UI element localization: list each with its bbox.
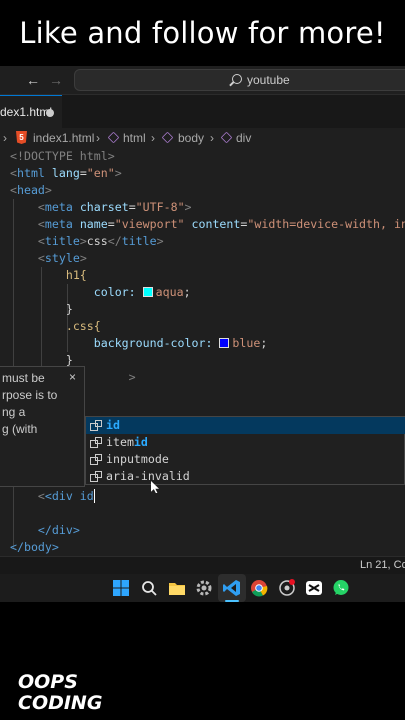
css-property: background-color:	[93, 336, 213, 350]
body-close: </body>	[10, 540, 59, 554]
tab-bar: dex1.html	[0, 95, 405, 128]
suggestion-label: itemid	[106, 435, 148, 449]
suggestion-label: inputmode	[106, 452, 169, 466]
attribute-icon	[90, 437, 102, 448]
h1-property: color:	[93, 285, 136, 299]
code-line: <head>	[10, 183, 52, 197]
brand-line: CODING	[18, 692, 103, 714]
back-arrow-icon[interactable]: ←	[26, 72, 40, 88]
code-line: }	[65, 302, 73, 316]
code-line: background-color: blue;	[93, 336, 268, 350]
recorder-icon[interactable]	[278, 579, 296, 597]
active-indicator	[225, 600, 239, 602]
color-swatch-aqua[interactable]	[142, 287, 153, 297]
search-icon	[232, 74, 242, 84]
meta-name-value: viewport	[121, 217, 178, 231]
unsaved-dot-icon[interactable]	[46, 109, 54, 117]
div-close: </div>	[37, 523, 80, 537]
command-center-search[interactable]: youtube	[74, 69, 405, 91]
hover-text-line: rpose is to	[2, 388, 58, 402]
title-bar: ← → youtube	[0, 66, 405, 95]
code-line: <title>css</title>	[37, 234, 164, 248]
capcut-icon[interactable]	[305, 579, 323, 597]
hover-info-panel: must be rpose is to ng a g (with ×	[0, 366, 85, 487]
code-line: <!DOCTYPE html>	[10, 148, 115, 165]
code-line: <meta name="viewport" content="width=dev…	[10, 216, 405, 233]
windows-start-icon[interactable]	[112, 579, 130, 597]
css-selector: .css{	[65, 319, 101, 333]
attribute-icon	[90, 420, 102, 431]
status-bar: Ln 21, Co	[0, 556, 405, 574]
forward-arrow-icon[interactable]: →	[49, 72, 63, 88]
html5-icon: 5	[16, 131, 27, 144]
hover-text-line: ng a	[2, 405, 26, 419]
h1-value: aqua	[155, 285, 184, 299]
code-line: <<div id	[10, 488, 102, 505]
file-explorer-icon[interactable]	[168, 579, 186, 597]
charset-value: UTF-8	[142, 200, 178, 214]
code-line: </div>	[10, 522, 80, 539]
search-icon[interactable]	[140, 579, 158, 597]
breadcrumb-body[interactable]: body	[178, 131, 204, 145]
h1-selector: h1{	[65, 268, 87, 282]
viewport-content: width=device-width, in	[254, 217, 405, 231]
breadcrumb-chevron-icon: ›	[210, 131, 214, 145]
breadcrumb-chevron-icon: ›	[96, 131, 100, 145]
color-swatch-blue[interactable]	[219, 338, 230, 348]
cursor-position[interactable]: Ln 21, Co	[360, 559, 405, 571]
breadcrumb-div[interactable]: div	[236, 131, 251, 145]
suggestion-item[interactable]: aria-invalid	[86, 468, 405, 485]
code-line: <meta charset="UTF-8">	[37, 200, 192, 214]
code-line: <html lang="en">	[10, 166, 122, 180]
vscode-icon[interactable]	[223, 579, 241, 597]
tab-label: dex1.html	[0, 105, 53, 119]
code-line: </body>	[10, 539, 59, 556]
code-line: <style>	[37, 251, 87, 265]
brand-logo: OOPS CODING	[18, 672, 102, 714]
chrome-icon[interactable]	[250, 579, 268, 597]
whatsapp-icon[interactable]	[332, 579, 350, 597]
breadcrumb: › 5 index1.html › html › body › div	[0, 128, 405, 148]
element-cube-icon	[107, 131, 120, 144]
hover-text-line: g (with	[2, 422, 38, 436]
element-cube-icon	[220, 131, 233, 144]
close-icon[interactable]: ×	[69, 370, 76, 384]
brand-line: OOPS	[18, 671, 78, 693]
suggestion-widget: id itemid inputmode aria-invalid	[85, 416, 405, 485]
search-text: youtube	[247, 73, 290, 87]
taskbar	[0, 574, 405, 602]
tab-index1-html[interactable]: dex1.html	[0, 95, 62, 128]
div-id-line: <div id	[44, 489, 94, 503]
css-value: blue	[232, 336, 261, 350]
element-cube-icon	[161, 131, 174, 144]
breadcrumb-chevron-icon: ›	[151, 131, 155, 145]
attribute-icon	[90, 471, 102, 482]
suggestion-label: id	[106, 418, 120, 432]
settings-gear-icon[interactable]	[195, 579, 213, 597]
breadcrumb-chevron-icon: ›	[3, 131, 7, 145]
code-editor[interactable]: <!DOCTYPE html> <html lang="en"> <head> …	[0, 148, 405, 556]
code-line: h1{	[10, 267, 87, 284]
suggestion-item[interactable]: id	[86, 417, 405, 434]
suggestion-label: aria-invalid	[106, 469, 190, 483]
doctype: <!DOCTYPE html>	[10, 149, 115, 163]
suggestion-item[interactable]: itemid	[86, 434, 405, 451]
code-line: .css{	[10, 318, 101, 335]
hover-text-line: must be	[2, 371, 45, 385]
code-line: color: aqua;	[93, 285, 191, 299]
title-text: css	[86, 234, 108, 248]
suggestion-item[interactable]: inputmode	[86, 451, 405, 468]
breadcrumb-html[interactable]: html	[123, 131, 146, 145]
attribute-icon	[90, 454, 102, 465]
banner-text: Like and follow for more!	[0, 0, 405, 66]
breadcrumb-file[interactable]: index1.html	[33, 131, 94, 145]
html-lang-value: en	[93, 166, 108, 180]
